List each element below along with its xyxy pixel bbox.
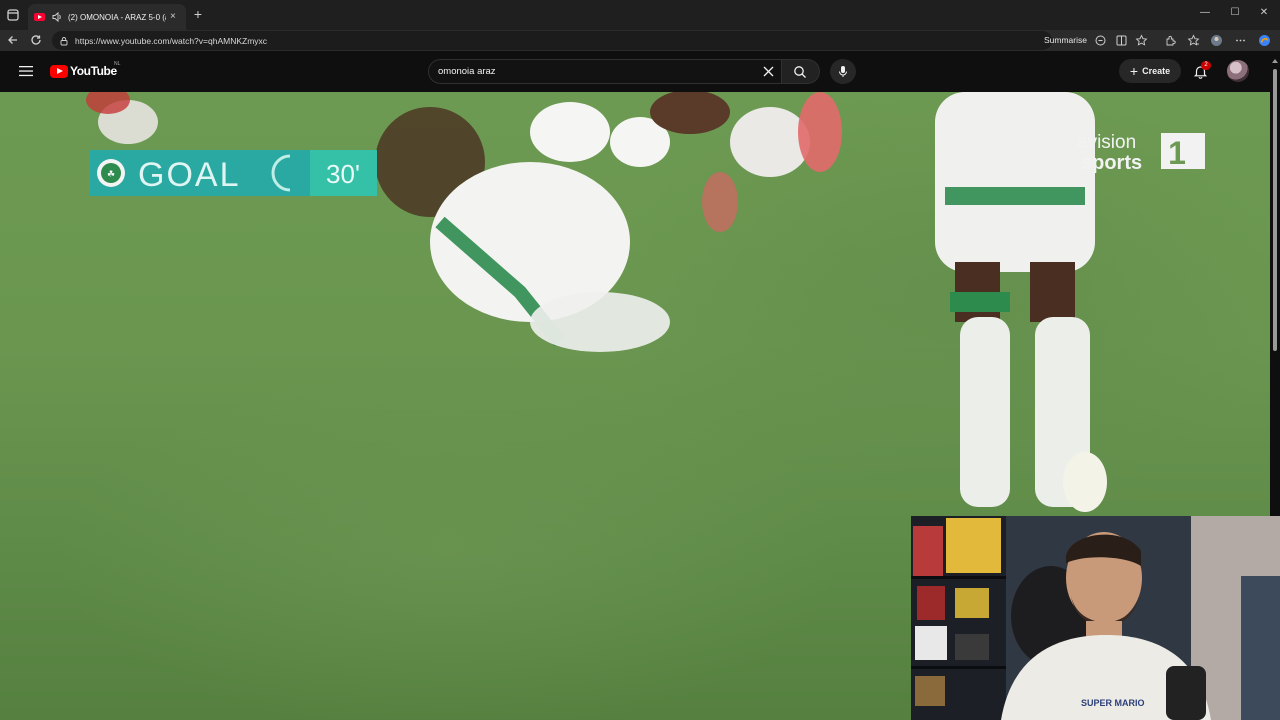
broadcaster-line1: avision [1077, 132, 1136, 153]
svg-text:SUPER MARIO: SUPER MARIO [1081, 698, 1145, 708]
scrollbar-thumb[interactable] [1273, 69, 1277, 351]
back-arrow-icon[interactable] [6, 33, 20, 47]
youtube-logo[interactable]: YouTube [50, 64, 117, 78]
voice-search-button[interactable] [830, 59, 856, 84]
broadcaster-channel: 1 [1168, 135, 1186, 171]
favorite-star-icon[interactable] [1135, 34, 1148, 47]
reader-view-icon[interactable] [1115, 34, 1128, 47]
webcam-feed: SUPER MARIO [911, 516, 1280, 720]
summarise-button[interactable]: Summarise [1044, 35, 1087, 45]
account-avatar[interactable] [1227, 60, 1249, 82]
profile-avatar-icon[interactable] [1210, 34, 1223, 47]
collections-icon[interactable] [1187, 34, 1200, 47]
tab-title: (2) OMONOIA - ARAZ 5-0 (a [68, 12, 166, 22]
goal-banner: ☘ GOAL 30' [90, 150, 377, 196]
minimize-button[interactable]: — [1198, 6, 1212, 20]
microphone-icon [839, 66, 847, 77]
goal-minute: 30' [326, 159, 360, 189]
search-query: omonoia araz [438, 66, 496, 77]
tab-actions-icon[interactable] [5, 7, 21, 23]
youtube-favicon-icon [34, 13, 45, 21]
browser-tab-active[interactable]: (2) OMONOIA - ARAZ 5-0 (a × [28, 4, 186, 30]
new-tab-button[interactable]: + [190, 6, 206, 22]
browser-toolbar: https://www.youtube.com/watch?v=qhAMNKZm… [0, 30, 1280, 51]
site-info-icon[interactable] [59, 36, 69, 46]
notifications-badge: 2 [1201, 61, 1211, 70]
shield-extension-icon[interactable] [1094, 34, 1107, 47]
svg-text:☘: ☘ [107, 169, 115, 179]
youtube-header: YouTube NL omonoia araz + Create 2 [0, 51, 1270, 92]
clear-search-icon[interactable] [762, 65, 775, 78]
close-window-button[interactable]: ✕ [1257, 6, 1271, 20]
youtube-play-icon [50, 64, 68, 78]
search-input[interactable]: omonoia araz [428, 59, 782, 84]
speaker-icon[interactable] [51, 11, 63, 23]
webcam-overlay: SUPER MARIO [911, 516, 1280, 720]
menu-icon[interactable] [19, 65, 33, 77]
scroll-up-arrow-icon[interactable] [1272, 59, 1278, 63]
extensions-icon[interactable] [1164, 34, 1177, 47]
browser-tab-strip: (2) OMONOIA - ARAZ 5-0 (a × + — ☐ ✕ [0, 0, 1280, 30]
search-icon [794, 66, 806, 78]
maximize-button[interactable]: ☐ [1228, 6, 1242, 20]
copilot-icon[interactable] [1258, 34, 1271, 47]
search-button[interactable] [782, 59, 820, 84]
tab-close-button[interactable]: × [170, 12, 176, 22]
address-bar[interactable]: https://www.youtube.com/watch?v=qhAMNKZm… [52, 31, 1052, 50]
broadcaster-watermark: avision sports 1 [1077, 132, 1205, 173]
plus-icon: + [1129, 63, 1139, 79]
create-label: Create [1142, 66, 1171, 76]
goal-label: GOAL [138, 156, 240, 194]
broadcaster-line2: sports [1081, 152, 1142, 173]
more-options-icon[interactable] [1234, 34, 1247, 47]
create-button[interactable]: + Create [1119, 59, 1181, 83]
youtube-logo-text: YouTube [70, 64, 117, 78]
region-code: NL [114, 61, 121, 67]
reload-icon[interactable] [29, 33, 43, 47]
url-text: https://www.youtube.com/watch?v=qhAMNKZm… [75, 35, 268, 46]
